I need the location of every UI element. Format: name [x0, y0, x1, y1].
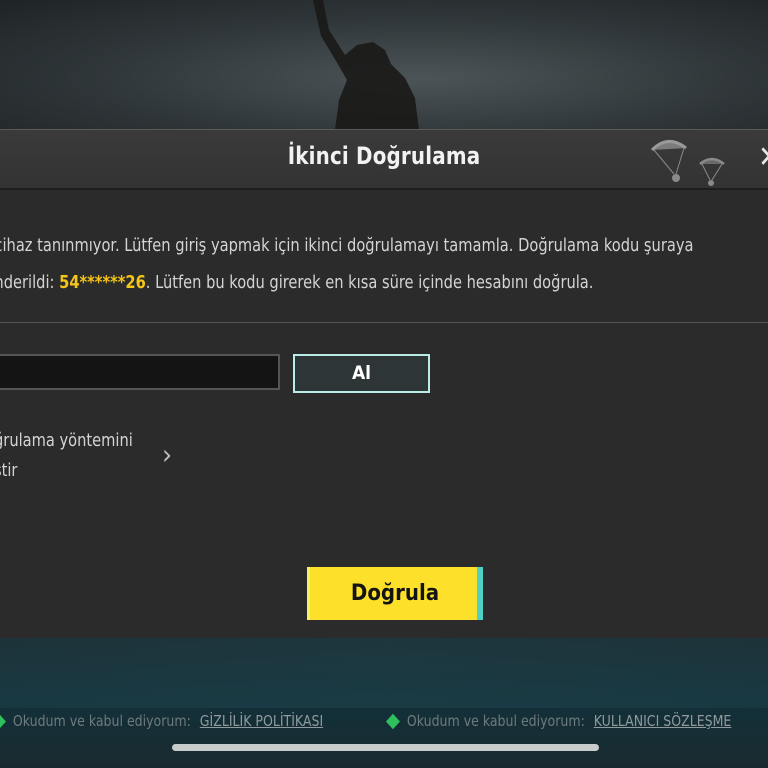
diamond-icon — [0, 713, 6, 730]
message-line-2-end: . Lütfen bu kodu girerek en kısa süre iç… — [145, 273, 594, 293]
user-agreement-link[interactable]: KULLANICI SÖZLEŞME — [594, 712, 732, 730]
get-code-button[interactable]: Al — [293, 354, 430, 393]
change-method-line-1: ğrulama yöntemini — [0, 431, 133, 451]
statue-silhouette — [313, 0, 419, 130]
parachute-icon — [650, 140, 725, 186]
change-method-label: ğrulama yöntemini ştir — [0, 426, 147, 486]
dialog-header: İkinci Doğrulama ✕ — [0, 129, 768, 190]
privacy-agree-text: Okudum ve kabul ediyorum: — [12, 712, 191, 730]
message-line-2: nderildi: 54******26. Lütfen bu kodu gir… — [0, 265, 725, 302]
change-verification-method-link[interactable]: ğrulama yöntemini ştir › — [0, 426, 190, 486]
privacy-agreement[interactable]: Okudum ve kabul ediyorum: GİZLİLİK POLİTİ… — [0, 712, 323, 730]
close-icon[interactable]: ✕ — [758, 140, 768, 176]
verification-code-input[interactable] — [0, 354, 280, 390]
change-method-line-2: ştir — [0, 461, 18, 481]
verify-button[interactable]: Doğrula — [307, 567, 483, 620]
message-line-2-start: nderildi: — [0, 273, 60, 293]
second-verification-dialog: İkinci Doğrulama ✕ cihaz tanınmıyor. Lüt… — [0, 129, 768, 638]
masked-phone-number: 54******26 — [59, 273, 146, 293]
divider — [0, 322, 768, 323]
home-indicator[interactable] — [172, 744, 599, 751]
diamond-icon — [385, 713, 400, 730]
dialog-title: İkinci Doğrulama — [287, 142, 481, 170]
terms-agreement[interactable]: Okudum ve kabul ediyorum: KULLANICI SÖZLE… — [385, 712, 732, 730]
message-line-1: cihaz tanınmıyor. Lütfen giriş yapmak iç… — [0, 236, 694, 256]
chevron-right-icon: › — [162, 438, 173, 471]
verification-message: cihaz tanınmıyor. Lütfen giriş yapmak iç… — [0, 228, 725, 302]
privacy-policy-link[interactable]: GİZLİLİK POLİTİKASI — [200, 712, 323, 730]
agreements-footer: Okudum ve kabul ediyorum: GİZLİLİK POLİTİ… — [0, 708, 768, 742]
terms-agree-text: Okudum ve kabul ediyorum: — [406, 712, 585, 730]
